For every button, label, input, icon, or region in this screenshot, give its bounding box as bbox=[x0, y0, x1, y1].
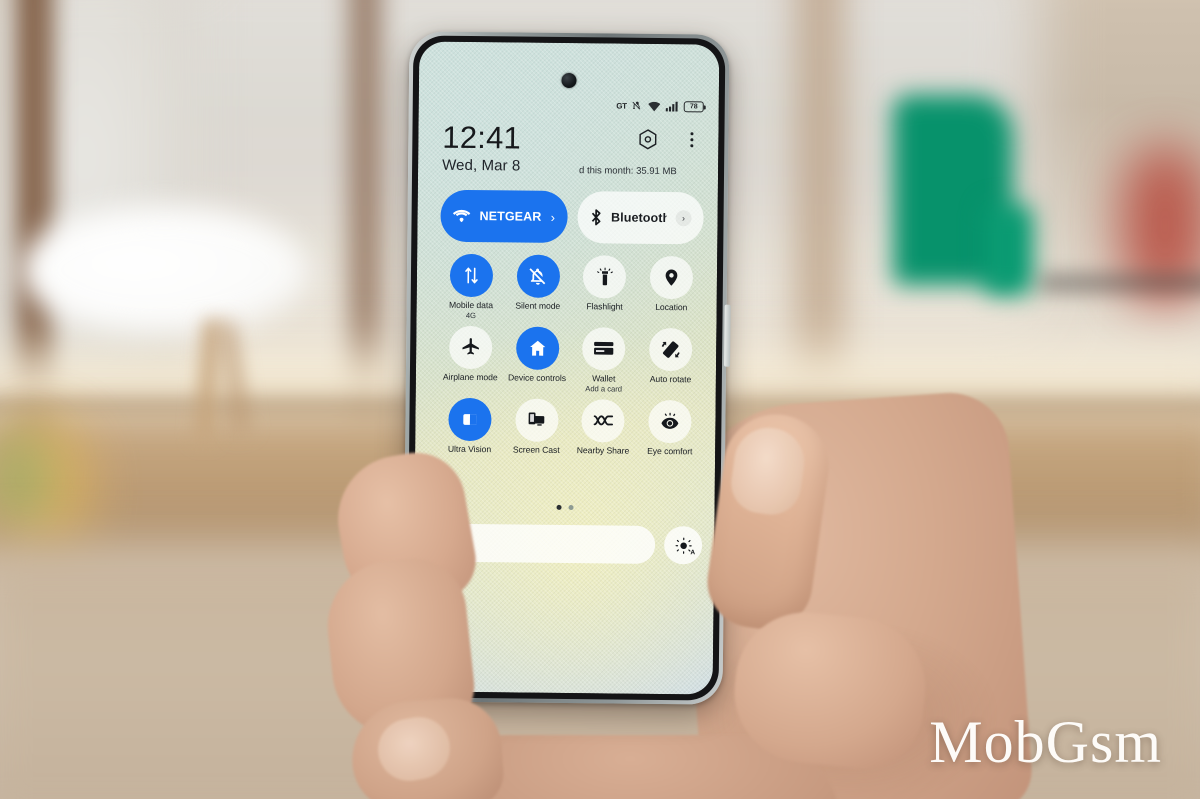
brightness-auto-letter: A bbox=[690, 549, 696, 557]
tile-sublabel: Add a card bbox=[585, 383, 623, 394]
wifi-network-name: NETGEAR bbox=[479, 209, 542, 224]
brightness-row: A bbox=[435, 523, 703, 565]
flashlight-icon bbox=[583, 255, 627, 299]
watermark: MobGsm bbox=[929, 709, 1162, 775]
tile-sublabel: 4G bbox=[465, 310, 477, 320]
signal-icon bbox=[665, 101, 679, 112]
rotate-device-icon bbox=[649, 327, 693, 372]
tile-mobile-data[interactable]: Mobile data 4G bbox=[437, 253, 504, 321]
header-actions bbox=[636, 128, 702, 151]
connectivity-row: NETGEAR › Bluetooth › bbox=[440, 189, 704, 245]
bluetooth-icon bbox=[589, 208, 602, 226]
bluetooth-tile[interactable]: Bluetooth › bbox=[576, 191, 704, 245]
power-button[interactable] bbox=[724, 304, 731, 367]
front-camera bbox=[561, 72, 577, 89]
tile-label: Mobile data bbox=[449, 299, 494, 311]
contrast-icon bbox=[448, 397, 492, 442]
tile-airplane-mode[interactable]: Airplane mode bbox=[437, 325, 504, 393]
tile-label: Flashlight bbox=[586, 301, 623, 312]
gear-hex-icon[interactable] bbox=[636, 128, 658, 150]
tile-label: Ultra Vision bbox=[447, 443, 492, 455]
tile-label: Silent mode bbox=[515, 300, 561, 311]
page-dot-inactive[interactable] bbox=[568, 505, 574, 511]
tile-silent-mode[interactable]: Silent mode bbox=[504, 254, 571, 321]
green-bottle-base bbox=[985, 205, 1033, 295]
bluetooth-label: Bluetooth bbox=[611, 210, 667, 226]
tile-location[interactable]: Location bbox=[638, 255, 705, 323]
bluetooth-chevron-icon[interactable]: › bbox=[675, 210, 692, 227]
sill-dark-edge bbox=[1040, 276, 1200, 290]
tile-device-controls[interactable]: Device controls bbox=[503, 326, 570, 393]
more-vertical-icon[interactable] bbox=[680, 128, 702, 150]
brightness-auto-icon bbox=[675, 537, 692, 554]
page-dot-active[interactable] bbox=[556, 504, 562, 510]
tile-screen-cast[interactable]: Screen Cast bbox=[503, 398, 570, 455]
tile-wallet[interactable]: Wallet Add a card bbox=[570, 327, 637, 394]
wifi-tile[interactable]: NETGEAR › bbox=[440, 189, 568, 244]
cast-icon bbox=[514, 398, 559, 442]
airplane-icon bbox=[448, 325, 493, 370]
quick-settings-grid: Mobile data 4G Silent mode Flashlight Lo… bbox=[436, 253, 705, 457]
wifi-icon bbox=[648, 101, 661, 112]
battery-icon: 78 bbox=[683, 101, 704, 113]
location-pin-icon bbox=[649, 255, 694, 300]
status-bar: GT 78 bbox=[616, 101, 704, 113]
tile-eye-comfort[interactable]: Eye comfort bbox=[636, 399, 703, 457]
tile-flashlight[interactable]: Flashlight bbox=[571, 255, 638, 322]
nearby-share-icon bbox=[581, 399, 626, 443]
tile-label: Device controls bbox=[507, 372, 567, 383]
data-arrows-icon bbox=[449, 253, 494, 298]
wifi-chevron-icon[interactable]: › bbox=[551, 209, 556, 224]
wifi-icon bbox=[452, 209, 471, 223]
eye-icon bbox=[648, 399, 692, 444]
tile-auto-rotate[interactable]: Auto rotate bbox=[637, 327, 704, 395]
battery-percent: 78 bbox=[689, 103, 698, 111]
tile-nearby-share[interactable]: Nearby Share bbox=[570, 399, 637, 456]
tile-label: Location bbox=[655, 301, 688, 313]
data-usage-label: d this month: 35.91 MB bbox=[579, 165, 677, 178]
credit-card-icon bbox=[582, 327, 626, 371]
vibrate-off-icon bbox=[632, 101, 643, 112]
tile-label: Auto rotate bbox=[649, 373, 692, 385]
brightness-auto-toggle[interactable]: A bbox=[663, 526, 703, 565]
white-table bbox=[20, 205, 310, 335]
bell-off-icon bbox=[516, 254, 560, 298]
carrier-label: GT bbox=[616, 101, 627, 111]
home-icon bbox=[515, 326, 560, 370]
tile-label: Airplane mode bbox=[442, 371, 498, 383]
tile-label: Eye comfort bbox=[647, 445, 693, 457]
tile-label: Screen Cast bbox=[512, 444, 560, 455]
tile-label: Wallet bbox=[592, 373, 616, 384]
tile-ultra-vision[interactable]: Ultra Vision bbox=[436, 397, 503, 455]
tile-label: Nearby Share bbox=[576, 445, 630, 456]
